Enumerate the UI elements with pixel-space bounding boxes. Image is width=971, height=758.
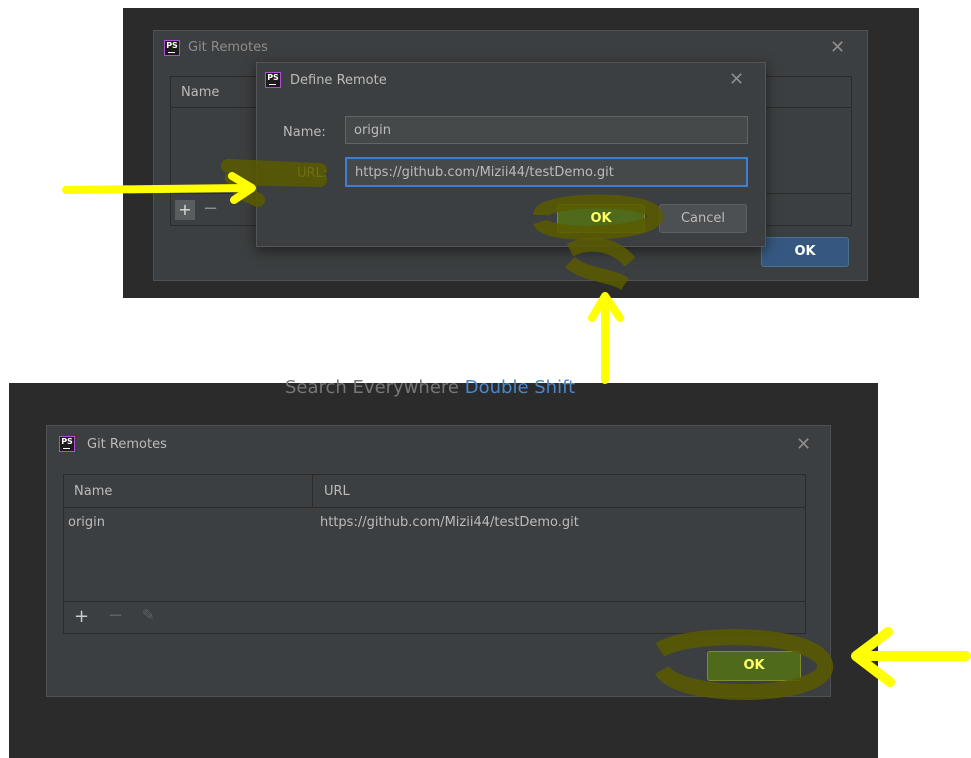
left-arrow-top xyxy=(62,172,256,204)
ok-highlight-circle-top xyxy=(533,194,663,240)
right-arrow-bottom xyxy=(851,627,971,687)
up-arrow xyxy=(588,292,624,384)
ok-highlight-tail-top xyxy=(565,237,636,291)
annotation-overlay xyxy=(62,159,971,700)
ok-highlight-circle-bottom xyxy=(655,629,833,700)
